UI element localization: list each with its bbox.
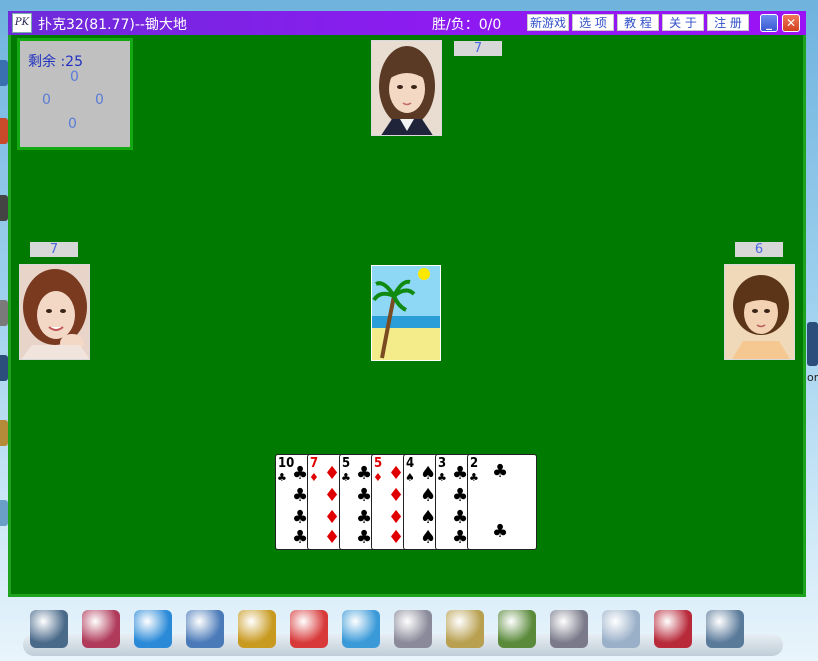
card-suit-icon: ♣ — [277, 471, 287, 484]
card-pip-icon: ♠ — [420, 527, 437, 548]
right-opponent-avatar — [724, 264, 795, 360]
remaining-count: 剩余 :25 — [28, 54, 83, 70]
tools-icon[interactable] — [290, 610, 328, 648]
card-pip-icon: ♣ — [452, 507, 469, 528]
desktop-icon[interactable] — [0, 118, 8, 144]
card-pip-icon: ♣ — [356, 463, 373, 484]
right-player-score: 0 — [95, 92, 104, 108]
card-pip-icon: ♣ — [492, 521, 509, 542]
win-loss-score: 胜/负：0/0 — [432, 17, 502, 33]
close-button[interactable]: ✕ — [782, 14, 800, 32]
desktop-icon[interactable] — [0, 60, 8, 86]
about-button[interactable]: 关 于 — [662, 14, 704, 31]
picture-icon[interactable] — [82, 610, 120, 648]
top-player-score: 0 — [70, 69, 79, 85]
card-pip-icon: ♣ — [292, 485, 309, 506]
card-pip-icon: ♠ — [420, 463, 437, 484]
tutorial-button[interactable]: 教 程 — [617, 14, 659, 31]
card-pip-icon: ♣ — [452, 527, 469, 548]
card-pip-icon: ♦ — [324, 527, 341, 548]
card-pip-icon: ♠ — [420, 507, 437, 528]
card-pip-icon: ♦ — [388, 485, 405, 506]
desktop-icon-label: on — [807, 371, 818, 384]
desktop-icon[interactable] — [0, 195, 8, 221]
minimize-button[interactable]: _ — [760, 14, 778, 32]
card-suit-icon: ♦ — [309, 471, 319, 484]
bottom-player-score: 0 — [68, 116, 77, 132]
list-icon[interactable] — [602, 610, 640, 648]
camera-icon[interactable] — [706, 610, 744, 648]
card-rank: 2 — [470, 456, 479, 471]
card-rank: 5 — [342, 456, 351, 471]
card-pip-icon: ♣ — [292, 527, 309, 548]
card-pip-icon: ♦ — [324, 485, 341, 506]
card-rank: 4 — [406, 456, 415, 471]
hand-card[interactable]: 2 ♣ ♣ ♣ — [467, 454, 537, 550]
top-opponent-card-count: 7 — [454, 41, 502, 56]
desktop-icon[interactable] — [807, 322, 818, 366]
card-pip-icon: ♦ — [388, 507, 405, 528]
options-button[interactable]: 选 项 — [572, 14, 614, 31]
card-pip-icon: ♣ — [356, 485, 373, 506]
desktop-icon[interactable] — [0, 500, 8, 526]
image-editor-icon[interactable] — [498, 610, 536, 648]
card-pip-icon: ♣ — [452, 463, 469, 484]
left-opponent-card-count: 7 — [30, 242, 78, 257]
card-pip-icon: ♣ — [356, 507, 373, 528]
card-pip-icon: ♣ — [492, 461, 509, 482]
new-game-button[interactable]: 新游戏 — [527, 14, 569, 31]
computer-icon[interactable] — [30, 610, 68, 648]
desktop-icon[interactable] — [0, 355, 8, 381]
card-pip-icon: ♦ — [324, 463, 341, 484]
right-opponent-card-count: 6 — [735, 242, 783, 257]
draw-pile[interactable] — [371, 265, 441, 361]
card-pip-icon: ♣ — [452, 485, 469, 506]
app-icon: PK — [12, 13, 32, 33]
card-pip-icon: ♦ — [388, 463, 405, 484]
card-rank: 3 — [438, 456, 447, 471]
card-pip-icon: ♣ — [356, 527, 373, 548]
card-suit-icon: ♣ — [469, 471, 479, 484]
pen-icon[interactable] — [186, 610, 224, 648]
remaining-panel: 剩余 :25 0 0 0 0 — [17, 38, 133, 150]
notes-icon[interactable] — [446, 610, 484, 648]
left-player-score: 0 — [42, 92, 51, 108]
top-opponent-avatar — [371, 40, 442, 136]
card-pip-icon: ♠ — [420, 485, 437, 506]
card-suit-icon: ♠ — [405, 471, 415, 484]
card-pip-icon: ♣ — [292, 463, 309, 484]
card-suit-icon: ♣ — [437, 471, 447, 484]
desktop-icon[interactable] — [0, 420, 8, 446]
card-rank: 7 — [310, 456, 319, 471]
card-rank: 5 — [374, 456, 383, 471]
card-pip-icon: ♦ — [388, 527, 405, 548]
register-button[interactable]: 注 册 — [707, 14, 749, 31]
window-title: 扑克32(81.77)--锄大地 — [38, 17, 187, 33]
card-pip-icon: ♣ — [292, 507, 309, 528]
search-icon[interactable] — [342, 610, 380, 648]
title-bar[interactable]: PK 扑克32(81.77)--锄大地 胜/负：0/0 新游戏 选 项 教 程 … — [8, 11, 806, 35]
desktop-icon[interactable] — [0, 300, 8, 326]
card-suit-icon: ♣ — [341, 471, 351, 484]
document-icon[interactable] — [394, 610, 432, 648]
gramophone-icon[interactable] — [238, 610, 276, 648]
left-opponent-avatar — [19, 264, 90, 360]
card-suit-icon: ♦ — [373, 471, 383, 484]
network-icon[interactable] — [134, 610, 172, 648]
desktop-dock — [18, 604, 788, 661]
help-icon[interactable] — [654, 610, 692, 648]
card-pip-icon: ♦ — [324, 507, 341, 528]
drive-icon[interactable] — [550, 610, 588, 648]
